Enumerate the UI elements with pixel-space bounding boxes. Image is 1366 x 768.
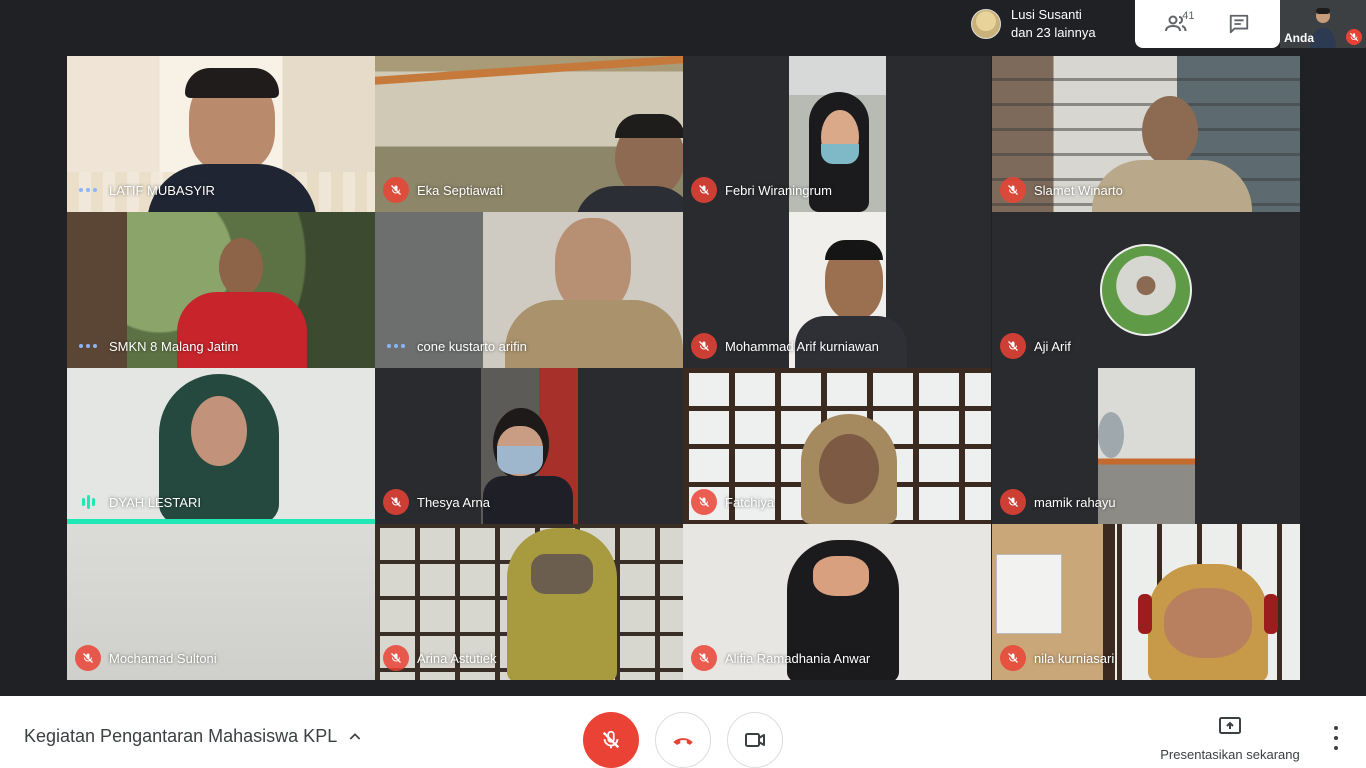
mic-toggle-button[interactable] [583, 712, 639, 768]
participant-name: mamik rahayu [1034, 494, 1116, 510]
self-view-label: Anda [1284, 31, 1314, 45]
participant-name: Arina Astutiek [417, 650, 497, 666]
mic-off-icon [691, 177, 717, 203]
participant-name: LATIF MUBASYIR [109, 182, 215, 198]
participant-name: cone kustarto arifin [417, 338, 527, 354]
bottom-control-bar: Kegiatan Pengantaran Mahasiswa KPL Prese… [0, 696, 1366, 768]
mic-off-icon [75, 645, 101, 671]
participant-tile[interactable]: Alifia Ramadhania Anwar [683, 524, 991, 680]
participant-name: Thesya Arna [417, 494, 490, 510]
participant-tile[interactable]: Fatchiya [683, 368, 991, 524]
participant-tile[interactable]: Thesya Arna [375, 368, 683, 524]
top-actions: 41 [1135, 0, 1280, 48]
self-view-tile[interactable]: Anda [1280, 0, 1366, 48]
participant-tile[interactable]: LATIF MUBASYIR [67, 56, 375, 212]
participant-tile[interactable]: SMKN 8 Malang Jatim [67, 212, 375, 368]
participant-tile[interactable]: nila kurniasari [992, 524, 1300, 680]
hangup-icon [673, 738, 693, 745]
participant-tile[interactable]: Febri Wiraningrum [683, 56, 991, 212]
participant-name: DYAH LESTARI [109, 494, 201, 510]
presenter-avatar [971, 9, 1001, 39]
more-icon [1334, 726, 1338, 730]
mic-off-icon [383, 177, 409, 203]
present-now-button[interactable]: Presentasikan sekarang [1150, 716, 1310, 762]
participant-grid: LATIF MUBASYIR Eka Septiawati Febri Wira… [67, 56, 1300, 680]
camera-toggle-button[interactable] [727, 712, 783, 768]
participant-name: Aji Arif [1034, 338, 1071, 354]
participant-tile[interactable]: Slamet Winarto [992, 56, 1300, 212]
people-button[interactable]: 41 [1156, 4, 1196, 44]
participant-name: Febri Wiraningrum [725, 182, 832, 198]
mic-off-icon [383, 489, 409, 515]
present-now-label: Presentasikan sekarang [1160, 747, 1300, 762]
participant-tile[interactable]: Mochamad Sultoni [67, 524, 375, 680]
mic-off-icon [691, 489, 717, 515]
self-mic-off-icon [1346, 29, 1362, 45]
presenter-chip[interactable]: Lusi Susanti dan 23 lainnya [963, 0, 1135, 48]
more-options-button[interactable] [1326, 726, 1346, 750]
participant-name: Mohammad Arif kurniawan [725, 338, 879, 354]
mic-off-icon [383, 645, 409, 671]
mic-off-icon [1000, 177, 1026, 203]
presenter-others: dan 23 lainnya [1011, 25, 1096, 40]
connecting-indicator [75, 333, 101, 359]
meeting-title: Kegiatan Pengantaran Mahasiswa KPL [24, 726, 338, 746]
mic-off-icon [691, 333, 717, 359]
people-count: 41 [1182, 10, 1195, 22]
participant-tile[interactable]: cone kustarto arifin [375, 212, 683, 368]
meeting-stage: Lusi Susanti dan 23 lainnya 41 Anda LATI… [0, 0, 1366, 696]
participant-name: nila kurniasari [1034, 650, 1115, 666]
meeting-details-button[interactable]: Kegiatan Pengantaran Mahasiswa KPL [24, 726, 363, 747]
mic-off-icon [1000, 489, 1026, 515]
mic-off-icon [602, 730, 620, 749]
chat-button[interactable] [1219, 4, 1259, 44]
chat-icon [1229, 14, 1248, 34]
participant-tile[interactable]: Mohammad Arif kurniawan [683, 212, 991, 368]
participant-tile[interactable]: mamik rahayu [992, 368, 1300, 524]
connecting-indicator [383, 333, 409, 359]
mic-off-icon [691, 645, 717, 671]
presenter-name: Lusi Susanti [1011, 7, 1082, 22]
camera-icon [745, 733, 765, 747]
participant-name: Alifia Ramadhania Anwar [725, 650, 871, 666]
participant-tile[interactable]: Eka Septiawati [375, 56, 683, 212]
participant-name: Fatchiya [725, 494, 775, 510]
participant-avatar [1100, 244, 1192, 336]
present-icon [1219, 717, 1241, 734]
participant-name: Mochamad Sultoni [109, 650, 217, 666]
speaking-indicator [75, 489, 101, 515]
mic-off-icon [1000, 333, 1026, 359]
participant-name: SMKN 8 Malang Jatim [109, 338, 239, 354]
participant-name: Slamet Winarto [1034, 182, 1123, 198]
chevron-up-icon [349, 732, 361, 740]
mic-off-icon [1000, 645, 1026, 671]
connecting-indicator [75, 177, 101, 203]
leave-call-button[interactable] [655, 712, 711, 768]
participant-name: Eka Septiawati [417, 182, 503, 198]
participant-tile[interactable]: DYAH LESTARI [67, 368, 375, 524]
participant-tile[interactable]: Aji Arif [992, 212, 1300, 368]
participant-tile[interactable]: Arina Astutiek [375, 524, 683, 680]
